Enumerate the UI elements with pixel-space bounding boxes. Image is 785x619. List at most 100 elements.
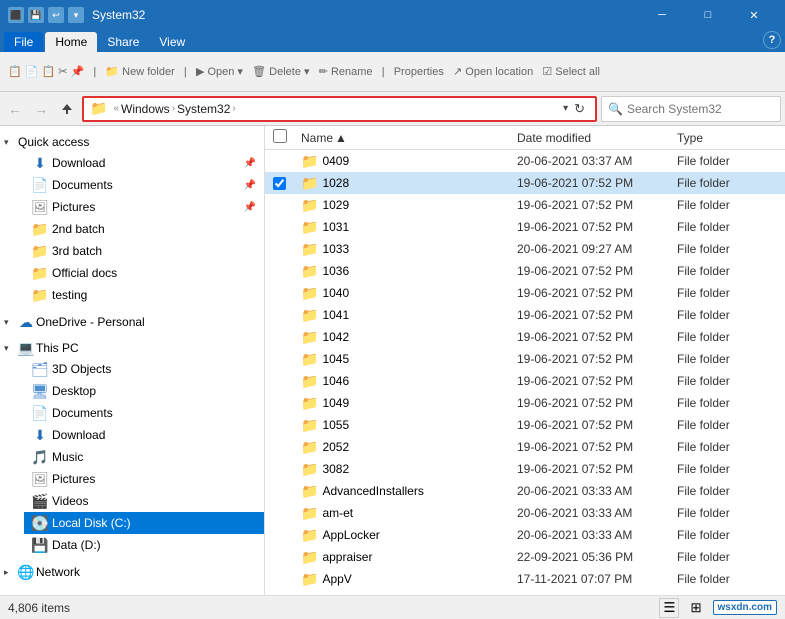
sidebar-item-localdisk[interactable]: 💽 Local Disk (C:)	[24, 512, 264, 534]
minimize-button[interactable]: ─	[639, 0, 685, 30]
row-type: File folder	[677, 396, 777, 410]
header-date[interactable]: Date modified	[517, 131, 677, 145]
address-bar[interactable]: 📁 « Windows › System32 › ▾ ↻	[82, 96, 597, 122]
row-check[interactable]	[273, 177, 286, 190]
table-row[interactable]: 📁 AppV 17-11-2021 07:07 PM File folder	[265, 568, 785, 590]
sidebar-item-pictures[interactable]: 🖼 Pictures 📌	[24, 196, 264, 218]
view-large-btn[interactable]: ⊞	[687, 599, 704, 617]
table-row[interactable]: 📁 1045 19-06-2021 07:52 PM File folder	[265, 348, 785, 370]
datad-icon: 💾	[32, 537, 48, 553]
undo-icon: ↩	[48, 7, 64, 23]
table-row[interactable]: 📁 2052 19-06-2021 07:52 PM File folder	[265, 436, 785, 458]
address-dropdown-button[interactable]: ▾	[561, 103, 570, 114]
view-detail-btn[interactable]: ☰	[659, 598, 679, 618]
sidebar-item-videos[interactable]: 🎬 Videos	[24, 490, 264, 512]
quick-access-header[interactable]: ▾ Quick access	[0, 130, 264, 152]
row-date: 20-06-2021 03:33 AM	[517, 528, 677, 542]
sidebar-item-desktop[interactable]: 🖥 Desktop	[24, 380, 264, 402]
sidebar-item-pictures2[interactable]: 🖼 Pictures	[24, 468, 264, 490]
row-type: File folder	[677, 550, 777, 564]
sidebar-item-3dobjects[interactable]: 🗂 3D Objects	[24, 358, 264, 380]
row-name: 📁 1040	[297, 285, 517, 302]
search-input[interactable]	[627, 102, 774, 116]
table-row[interactable]: 📁 AppLocker 20-06-2021 03:33 AM File fol…	[265, 524, 785, 546]
sidebar-item-download[interactable]: ⬇ Download 📌	[24, 152, 264, 174]
row-name: 📁 1042	[297, 329, 517, 346]
title-bar: ⬛ 💾 ↩ ▾ System32 ─ □ ✕	[0, 0, 785, 30]
network-icon: 🌐	[18, 564, 34, 580]
onedrive-header[interactable]: ▾ ☁ OneDrive - Personal	[0, 310, 264, 332]
forward-button[interactable]: →	[30, 96, 52, 122]
breadcrumb-system32[interactable]: System32	[177, 102, 230, 116]
pin-icon: 📌	[244, 158, 256, 169]
sidebar-label: Download	[52, 156, 240, 170]
table-row[interactable]: 📁 ar-SA 20-06-2021 03:37 AM File folder	[265, 590, 785, 595]
table-row[interactable]: 📁 3082 19-06-2021 07:52 PM File folder	[265, 458, 785, 480]
table-row[interactable]: 📁 appraiser 22-09-2021 05:36 PM File fol…	[265, 546, 785, 568]
sidebar-item-testing[interactable]: 📁 testing	[24, 284, 264, 306]
table-row[interactable]: 📁 1031 19-06-2021 07:52 PM File folder	[265, 216, 785, 238]
sidebar-item-3rd-batch[interactable]: 📁 3rd batch	[24, 240, 264, 262]
pictures-icon: 🖼	[32, 199, 48, 215]
table-row[interactable]: 📁 1055 19-06-2021 07:52 PM File folder	[265, 414, 785, 436]
table-row[interactable]: 📁 1029 19-06-2021 07:52 PM File folder	[265, 194, 785, 216]
sidebar-item-download2[interactable]: ⬇ Download	[24, 424, 264, 446]
folder-icon: 📁	[301, 307, 318, 324]
sidebar-item-documents2[interactable]: 📄 Documents	[24, 402, 264, 424]
breadcrumb-windows[interactable]: Windows	[121, 102, 170, 116]
table-row[interactable]: 📁 1036 19-06-2021 07:52 PM File folder	[265, 260, 785, 282]
onedrive-label: OneDrive - Personal	[36, 315, 145, 329]
up-button[interactable]	[56, 96, 78, 122]
row-type: File folder	[677, 484, 777, 498]
status-right: ☰ ⊞ wsxdn.com	[659, 598, 777, 618]
sidebar-item-2nd-batch[interactable]: 📁 2nd batch	[24, 218, 264, 240]
row-date: 20-06-2021 03:37 AM	[517, 594, 677, 595]
tab-view[interactable]: View	[149, 32, 195, 52]
table-row[interactable]: 📁 1041 19-06-2021 07:52 PM File folder	[265, 304, 785, 326]
table-row[interactable]: 📁 1049 19-06-2021 07:52 PM File folder	[265, 392, 785, 414]
main-content: ▾ Quick access ⬇ Download 📌 📄 Documents …	[0, 126, 785, 595]
row-date: 19-06-2021 07:52 PM	[517, 308, 677, 322]
close-button[interactable]: ✕	[731, 0, 777, 30]
folder-icon: 📁	[301, 263, 318, 280]
table-row[interactable]: 📁 0409 20-06-2021 03:37 AM File folder	[265, 150, 785, 172]
file-name: 1029	[322, 198, 349, 212]
sidebar-label: Pictures	[52, 472, 256, 486]
table-row[interactable]: 📁 1040 19-06-2021 07:52 PM File folder	[265, 282, 785, 304]
table-row[interactable]: 📁 am-et 20-06-2021 03:33 AM File folder	[265, 502, 785, 524]
folder-icon: 📁	[301, 329, 318, 346]
folder-icon: 📁	[301, 153, 318, 170]
ribbon-tabs: File Home Share View ?	[0, 30, 785, 52]
tab-file[interactable]: File	[4, 32, 43, 52]
row-date: 19-06-2021 07:52 PM	[517, 462, 677, 476]
header-name[interactable]: Name ▲	[297, 131, 517, 145]
row-date: 19-06-2021 07:52 PM	[517, 418, 677, 432]
folder-icon: 📁	[32, 265, 48, 281]
row-date: 19-06-2021 07:52 PM	[517, 396, 677, 410]
row-type: File folder	[677, 154, 777, 168]
sidebar-item-datad[interactable]: 💾 Data (D:)	[24, 534, 264, 556]
folder-icon: 📁	[301, 593, 318, 596]
tab-home[interactable]: Home	[45, 32, 97, 52]
folder-icon: 📁	[32, 243, 48, 259]
brand-logo: wsxdn.com	[713, 600, 777, 615]
table-row[interactable]: 📁 1033 20-06-2021 09:27 AM File folder	[265, 238, 785, 260]
back-button[interactable]: ←	[4, 96, 26, 122]
tab-share[interactable]: Share	[97, 32, 149, 52]
thispc-header[interactable]: ▾ 💻 This PC	[0, 336, 264, 358]
file-name: AppLocker	[322, 528, 379, 542]
sidebar-item-music[interactable]: 🎵 Music	[24, 446, 264, 468]
network-header[interactable]: ▸ 🌐 Network	[0, 560, 264, 582]
header-sort-arrow: ▲	[335, 131, 347, 145]
table-row[interactable]: 📁 1046 19-06-2021 07:52 PM File folder	[265, 370, 785, 392]
table-row[interactable]: 📁 1028 19-06-2021 07:52 PM File folder	[265, 172, 785, 194]
maximize-button[interactable]: □	[685, 0, 731, 30]
table-row[interactable]: 📁 AdvancedInstallers 20-06-2021 03:33 AM…	[265, 480, 785, 502]
table-row[interactable]: 📁 1042 19-06-2021 07:52 PM File folder	[265, 326, 785, 348]
refresh-button[interactable]: ↻	[570, 101, 589, 117]
select-all-checkbox[interactable]	[273, 129, 287, 143]
sidebar-item-documents[interactable]: 📄 Documents 📌	[24, 174, 264, 196]
help-button[interactable]: ?	[763, 31, 781, 49]
header-type[interactable]: Type	[677, 131, 777, 145]
sidebar-item-official-docs[interactable]: 📁 Official docs	[24, 262, 264, 284]
